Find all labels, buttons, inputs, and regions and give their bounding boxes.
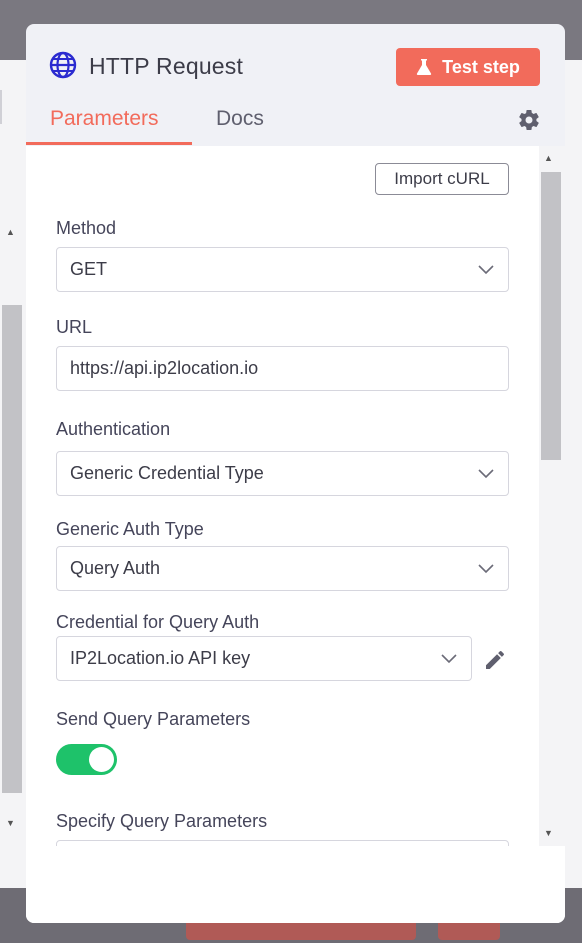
chevron-down-icon bbox=[478, 564, 494, 574]
background-edge bbox=[0, 90, 2, 124]
method-select[interactable]: GET bbox=[56, 247, 509, 292]
method-value: GET bbox=[70, 259, 108, 279]
background-left-pane: ▲ ▼ bbox=[0, 60, 26, 888]
url-value: https://api.ip2location.io bbox=[70, 358, 259, 378]
credential-label: Credential for Query Auth bbox=[56, 612, 260, 632]
method-label: Method bbox=[56, 218, 117, 238]
url-input[interactable]: https://api.ip2location.io bbox=[56, 346, 509, 391]
active-tab-indicator bbox=[26, 142, 192, 145]
flask-icon bbox=[416, 59, 432, 75]
tab-docs[interactable]: Docs bbox=[216, 107, 264, 131]
panel-header: HTTP Request Test step Parameters Docs bbox=[26, 24, 565, 146]
authentication-select[interactable]: Generic Credential Type bbox=[56, 451, 509, 496]
test-step-button[interactable]: Test step bbox=[396, 48, 540, 86]
bg-scroll-down-icon[interactable]: ▼ bbox=[6, 818, 15, 828]
chevron-down-icon bbox=[478, 469, 494, 479]
specify-query-params-label: Specify Query Parameters bbox=[56, 811, 268, 831]
gear-icon[interactable] bbox=[517, 108, 541, 132]
scroll-down-icon[interactable]: ▼ bbox=[544, 828, 553, 838]
globe-icon bbox=[49, 51, 77, 79]
toggle-knob bbox=[89, 747, 114, 772]
url-label: URL bbox=[56, 317, 93, 337]
generic-auth-type-value: Query Auth bbox=[70, 558, 161, 578]
chevron-down-icon bbox=[478, 265, 494, 275]
send-query-params-label: Send Query Parameters bbox=[56, 709, 251, 729]
node-settings-panel: HTTP Request Test step Parameters Docs I… bbox=[26, 24, 565, 923]
authentication-value: Generic Credential Type bbox=[70, 463, 264, 483]
edit-credential-pencil-icon[interactable] bbox=[483, 648, 507, 672]
authentication-label: Authentication bbox=[56, 419, 171, 439]
node-title: HTTP Request bbox=[89, 53, 244, 79]
bg-scroll-up-icon[interactable]: ▲ bbox=[6, 227, 15, 237]
scrollbar-thumb[interactable] bbox=[541, 172, 561, 460]
test-step-label: Test step bbox=[442, 56, 520, 77]
bg-scrollbar-thumb[interactable] bbox=[2, 305, 22, 793]
parameters-content: Import cURL Method GET URL https://api.i… bbox=[26, 146, 539, 846]
chevron-down-icon bbox=[441, 654, 457, 664]
scroll-up-icon[interactable]: ▲ bbox=[544, 153, 553, 163]
tab-parameters[interactable]: Parameters bbox=[50, 107, 159, 131]
content-scrollbar[interactable]: ▲ ▼ bbox=[539, 146, 565, 846]
panel-footer bbox=[26, 846, 565, 923]
import-curl-button[interactable]: Import cURL bbox=[375, 163, 509, 195]
credential-select[interactable]: IP2Location.io API key bbox=[56, 636, 472, 681]
generic-auth-type-label: Generic Auth Type bbox=[56, 519, 204, 539]
generic-auth-type-select[interactable]: Query Auth bbox=[56, 546, 509, 591]
background-right-pane bbox=[565, 60, 582, 888]
send-query-params-toggle[interactable] bbox=[56, 744, 117, 775]
credential-value: IP2Location.io API key bbox=[70, 648, 251, 668]
